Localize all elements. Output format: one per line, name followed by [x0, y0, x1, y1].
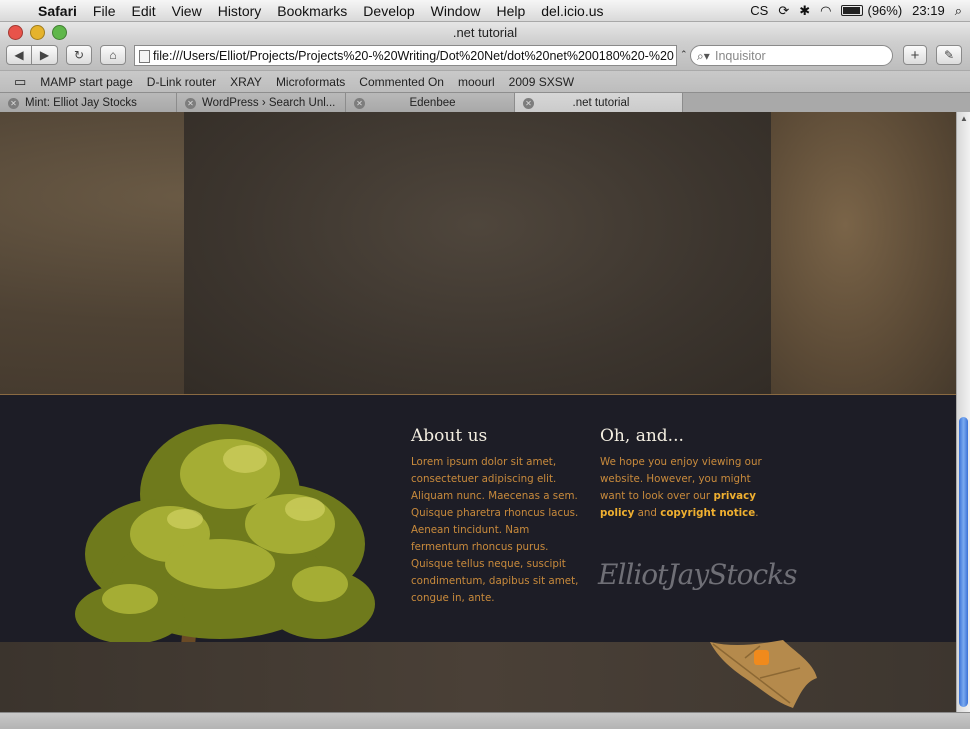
copyright-notice-link[interactable]: copyright notice — [660, 507, 755, 519]
home-icon: ⌂ — [109, 48, 117, 62]
rss-icon[interactable] — [754, 650, 769, 665]
address-dropdown-icon[interactable]: ⌃ — [680, 49, 688, 60]
status-bar — [0, 712, 970, 729]
tab-net-tutorial[interactable]: ✕ .net tutorial — [515, 93, 683, 113]
menu-window[interactable]: Window — [423, 3, 489, 19]
bug-report-button[interactable]: ✎ — [936, 45, 962, 65]
address-text: file:///Users/Elliot/Projects/Projects%2… — [153, 48, 674, 63]
tab-edenbee[interactable]: ✕ Edenbee — [346, 93, 515, 113]
bookmark-mamp[interactable]: MAMP start page — [33, 75, 139, 89]
home-button[interactable]: ⌂ — [100, 45, 126, 65]
bluetooth-icon[interactable]: ✱ — [799, 3, 810, 19]
oh-and-text-end: . — [755, 507, 759, 519]
battery-icon — [841, 5, 864, 16]
menu-view[interactable]: View — [164, 3, 210, 19]
about-us-text: Lorem ipsum dolor sit amet, consectetuer… — [411, 456, 579, 604]
book-icon[interactable]: ▭ — [0, 74, 33, 90]
window-titlebar: .net tutorial — [0, 22, 970, 42]
bookmarks-bar: ▭ MAMP start page D-Link router XRAY Mic… — [0, 70, 970, 93]
window-controls — [8, 25, 67, 40]
nav-buttons: ◀ ▶ — [6, 45, 58, 65]
menu-history[interactable]: History — [210, 3, 270, 19]
plus-icon: + — [910, 46, 920, 64]
menu-app-name[interactable]: Safari — [30, 3, 85, 19]
tab-bar: ✕ Mint: Elliot Jay Stocks ✕ WordPress › … — [0, 92, 970, 113]
tab-label: Mint: Elliot Jay Stocks — [25, 97, 137, 109]
add-bookmark-button[interactable]: + — [903, 45, 927, 65]
clock[interactable]: 23:19 — [912, 3, 945, 18]
bookmark-microformats[interactable]: Microformats — [269, 75, 352, 89]
mac-menubar: Safari File Edit View History Bookmarks … — [0, 0, 970, 22]
window-title: .net tutorial — [452, 24, 518, 40]
bookmark-sxsw[interactable]: 2009 SXSW — [502, 75, 581, 89]
about-us-heading: About us — [411, 426, 488, 446]
tab-label: WordPress › Search Unl... — [202, 97, 336, 109]
content-column-background — [184, 112, 771, 394]
bug-icon: ✎ — [943, 48, 955, 62]
bookmark-dlink[interactable]: D-Link router — [140, 75, 223, 89]
spotlight-icon[interactable]: ⌕ — [955, 3, 962, 19]
address-bar[interactable]: file:///Users/Elliot/Projects/Projects%2… — [134, 45, 677, 66]
wifi-icon[interactable]: ◠ — [820, 3, 831, 19]
zoom-window-button[interactable] — [52, 25, 67, 40]
sync-icon[interactable]: ⟳ — [778, 3, 789, 19]
search-field[interactable]: ⌕▾ Inquisitor — [690, 45, 893, 66]
menu-help[interactable]: Help — [488, 3, 533, 19]
menu-file[interactable]: File — [85, 3, 124, 19]
oh-and-heading: Oh, and... — [600, 426, 684, 446]
close-tab-icon[interactable]: ✕ — [185, 97, 196, 109]
menubar-status-area: CS ⟳ ✱ ◠ (96%) 23:19 ⌕ — [750, 3, 970, 19]
close-window-button[interactable] — [8, 25, 23, 40]
tab-wordpress[interactable]: ✕ WordPress › Search Unl... — [177, 93, 346, 113]
bookmark-moourl[interactable]: moourl — [451, 75, 502, 89]
menu-bookmarks[interactable]: Bookmarks — [269, 3, 355, 19]
tab-label: Edenbee — [409, 97, 456, 109]
reload-button[interactable]: ↻ — [66, 45, 92, 65]
battery-percent: (96%) — [867, 3, 903, 18]
back-arrow-icon: ◀ — [14, 48, 24, 62]
close-tab-icon[interactable]: ✕ — [354, 97, 365, 109]
oh-and-column: Oh, and... We hope you enjoy viewing our… — [600, 426, 768, 522]
browser-toolbar: ◀ ▶ ↻ ⌂ file:///Users/Elliot/Projects/Pr… — [0, 42, 970, 70]
forward-arrow-icon: ▶ — [39, 48, 50, 62]
about-us-column: About us Lorem ipsum dolor sit amet, con… — [411, 426, 583, 607]
tab-mint[interactable]: ✕ Mint: Elliot Jay Stocks — [0, 93, 177, 113]
search-placeholder: Inquisitor — [715, 48, 766, 63]
oh-and-text: We hope you enjoy viewing our website. H… — [600, 454, 768, 522]
scroll-up-icon[interactable]: ▲ — [960, 114, 968, 123]
menu-edit[interactable]: Edit — [123, 3, 163, 19]
menu-delicious[interactable]: del.icio.us — [533, 3, 611, 19]
battery-indicator[interactable]: (96%) — [841, 3, 902, 18]
bookmark-xray[interactable]: XRAY — [223, 75, 269, 89]
file-icon — [139, 50, 150, 63]
vertical-scrollbar[interactable]: ▲ — [956, 112, 970, 712]
scrollbar-thumb[interactable] — [959, 417, 968, 707]
reload-icon: ↻ — [73, 48, 85, 62]
cs-icon[interactable]: CS — [750, 3, 768, 18]
bookmark-commented-on[interactable]: Commented On — [352, 75, 451, 89]
minimize-window-button[interactable] — [30, 25, 45, 40]
signature-logo: ElliotJayStocks — [598, 558, 797, 591]
web-page: About us Lorem ipsum dolor sit amet, con… — [0, 112, 956, 712]
back-button[interactable]: ◀ — [6, 45, 32, 65]
forward-button[interactable]: ▶ — [32, 45, 58, 65]
tab-label: .net tutorial — [572, 97, 630, 109]
close-tab-icon[interactable]: ✕ — [8, 97, 19, 109]
menu-develop[interactable]: Develop — [355, 3, 422, 19]
oh-and-text-middle: and — [634, 507, 661, 519]
leaf-illustration — [710, 640, 817, 708]
right-texture-background — [771, 112, 956, 394]
close-tab-icon[interactable]: ✕ — [523, 97, 534, 109]
header-texture-background — [0, 112, 956, 394]
search-icon: ⌕▾ — [697, 49, 710, 63]
